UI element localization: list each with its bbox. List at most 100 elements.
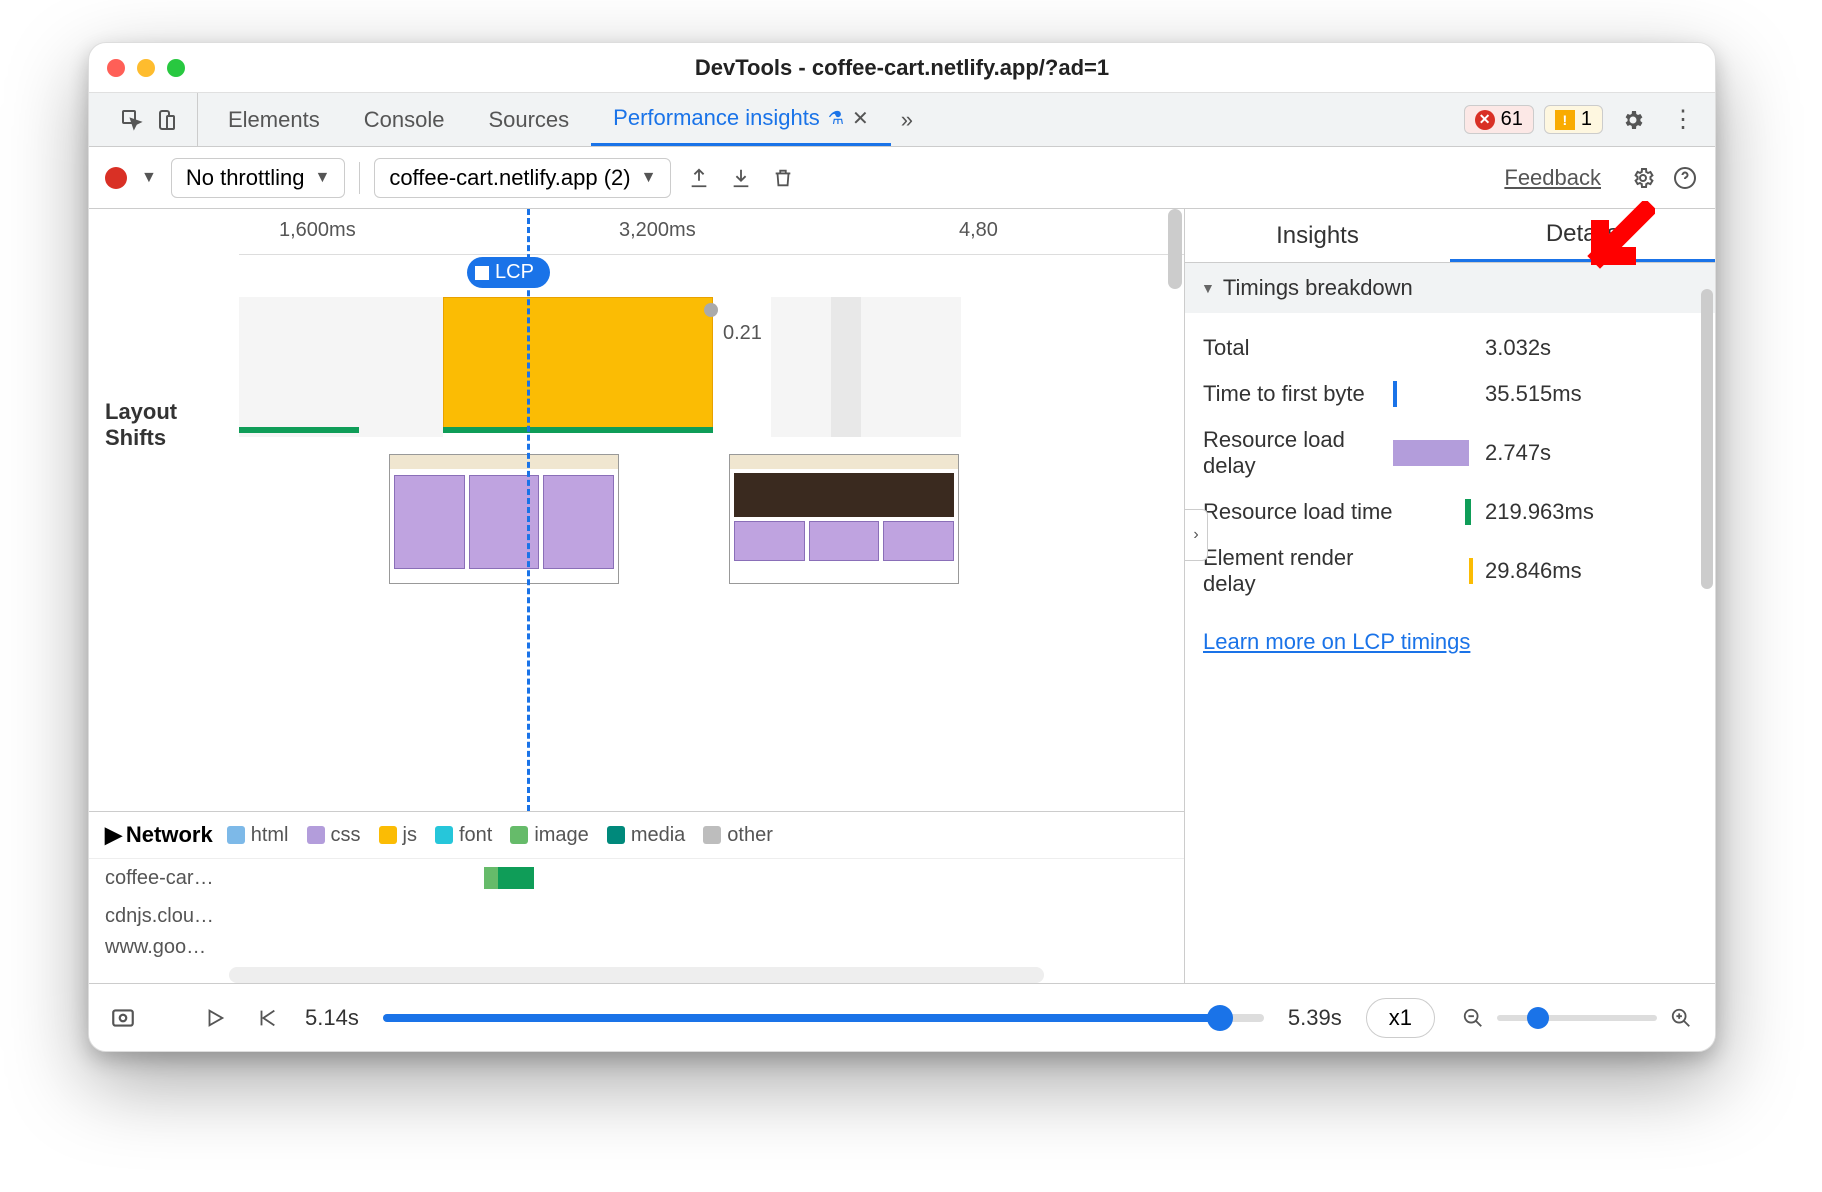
layout-shifts-label: Layout Shifts [105, 399, 177, 451]
tab-console[interactable]: Console [342, 93, 467, 146]
preview-icon[interactable] [109, 1004, 137, 1032]
error-badge[interactable]: ✕61 [1464, 105, 1534, 134]
metric-label: Resource load time [1203, 499, 1393, 525]
tab-label: Sources [488, 107, 569, 133]
help-icon[interactable] [1671, 164, 1699, 192]
speed-label: x1 [1389, 1005, 1412, 1030]
titlebar: DevTools - coffee-cart.netlify.app/?ad=1 [89, 43, 1715, 93]
throttling-select[interactable]: No throttling▼ [171, 158, 345, 198]
network-row[interactable]: www.goo… [89, 935, 1184, 959]
devtools-tab-bar: Elements Console Sources Performance ins… [89, 93, 1715, 147]
zoom-out-icon[interactable] [1459, 1004, 1487, 1032]
warning-badge[interactable]: !1 [1544, 105, 1603, 134]
empty-region [831, 297, 861, 437]
device-toolbar [101, 93, 198, 146]
cls-value: 0.21 [723, 322, 762, 345]
timeline-panel: 1,600ms 3,200ms 4,80 LCP 0.21 Layout Shi… [89, 209, 1185, 983]
network-legend: html css js font image media other [227, 824, 773, 847]
legend-item: js [379, 824, 417, 847]
tab-label: Performance insights [613, 105, 820, 131]
good-range-marker [443, 427, 713, 433]
inspect-element-icon[interactable] [119, 107, 145, 133]
throttling-value: No throttling [186, 165, 305, 191]
network-row[interactable]: cdnjs.clou… [89, 897, 1184, 935]
empty-region [771, 297, 831, 437]
ruler-tick: 4,80 [959, 219, 998, 242]
lcp-marker[interactable]: LCP [467, 257, 550, 288]
tab-performance-insights[interactable]: Performance insights ⚗ ✕ [591, 93, 891, 146]
feedback-link[interactable]: Feedback [1504, 165, 1601, 191]
legend-item: css [307, 824, 361, 847]
timeline-slider[interactable] [383, 1014, 1264, 1022]
kebab-menu-icon[interactable]: ⋮ [1663, 105, 1703, 134]
layout-shift-block[interactable] [443, 297, 713, 433]
collapse-panel-button[interactable]: › [1184, 509, 1208, 561]
legend-item: other [703, 824, 773, 847]
network-row-name: www.goo… [105, 936, 255, 959]
record-menu-icon[interactable]: ▼ [141, 169, 157, 187]
more-tabs-icon[interactable]: » [891, 107, 923, 133]
annotation-arrow-icon [1575, 201, 1655, 281]
insights-tab[interactable]: Insights [1185, 209, 1450, 262]
legend-label: other [727, 824, 773, 847]
network-header-label: Network [126, 822, 213, 848]
learn-more-link[interactable]: Learn more on LCP timings [1185, 619, 1715, 665]
legend-label: js [403, 824, 417, 847]
device-toggle-icon[interactable] [153, 107, 179, 133]
metric-label: Element render delay [1203, 545, 1393, 597]
metric-value: 2.747s [1485, 440, 1551, 466]
section-title: Timings breakdown [1223, 275, 1413, 301]
zoom-controls [1459, 1004, 1695, 1032]
legend-label: html [251, 824, 289, 847]
close-tab-icon[interactable]: ✕ [852, 106, 869, 131]
import-icon[interactable] [727, 164, 755, 192]
vertical-scrollbar[interactable] [1168, 209, 1182, 811]
toolbar-separator [359, 162, 360, 194]
export-icon[interactable] [685, 164, 713, 192]
playback-speed[interactable]: x1 [1366, 998, 1435, 1038]
network-toggle[interactable]: ▶ Network [105, 822, 213, 848]
timeline-area[interactable]: 1,600ms 3,200ms 4,80 LCP 0.21 Layout Shi… [89, 209, 1184, 811]
delete-icon[interactable] [769, 164, 797, 192]
rewind-icon[interactable] [253, 1004, 281, 1032]
window-title: DevTools - coffee-cart.netlify.app/?ad=1 [89, 55, 1715, 81]
legend-item: html [227, 824, 289, 847]
legend-item: image [510, 824, 588, 847]
metric-label: Resource load delay [1203, 427, 1393, 479]
panel-settings-icon[interactable] [1629, 164, 1657, 192]
legend-item: media [607, 824, 685, 847]
playback-footer: 5.14s 5.39s x1 [89, 983, 1715, 1051]
lcp-label: LCP [495, 261, 534, 284]
play-icon[interactable] [201, 1004, 229, 1032]
legend-item: font [435, 824, 492, 847]
legend-label: media [631, 824, 685, 847]
performance-toolbar: ▼ No throttling▼ coffee-cart.netlify.app… [89, 147, 1715, 209]
record-button[interactable] [105, 167, 127, 189]
settings-gear-icon[interactable] [1613, 108, 1653, 132]
details-panel: › Insights Details Timings breakdown Tot… [1185, 209, 1715, 983]
filmstrip-thumbnail[interactable] [729, 454, 959, 584]
playhead-line[interactable] [527, 209, 530, 811]
side-scrollbar[interactable] [1701, 289, 1713, 589]
network-bar [484, 867, 498, 889]
tab-elements[interactable]: Elements [206, 93, 342, 146]
network-row[interactable]: coffee-car… [89, 859, 1184, 897]
network-header: ▶ Network html css js font image media o… [89, 812, 1184, 859]
network-row-name: coffee-car… [105, 867, 255, 890]
cls-marker[interactable] [704, 303, 718, 317]
good-range-marker [239, 427, 359, 433]
network-bar [494, 867, 534, 889]
metric-row: Resource load time 219.963ms [1185, 489, 1715, 535]
metric-value: 29.846ms [1485, 558, 1582, 584]
metric-row: Element render delay 29.846ms [1185, 535, 1715, 607]
metrics-list: Total 3.032s Time to first byte 35.515ms… [1185, 313, 1715, 619]
horizontal-scrollbar[interactable] [229, 967, 1044, 983]
zoom-slider[interactable] [1497, 1015, 1657, 1021]
zoom-in-icon[interactable] [1667, 1004, 1695, 1032]
metric-value: 35.515ms [1485, 381, 1582, 407]
ruler-tick: 3,200ms [619, 219, 696, 242]
filmstrip-thumbnail[interactable] [389, 454, 619, 584]
side-tab-label: Insights [1276, 222, 1359, 250]
tab-sources[interactable]: Sources [466, 93, 591, 146]
origin-select[interactable]: coffee-cart.netlify.app (2)▼ [374, 158, 671, 198]
